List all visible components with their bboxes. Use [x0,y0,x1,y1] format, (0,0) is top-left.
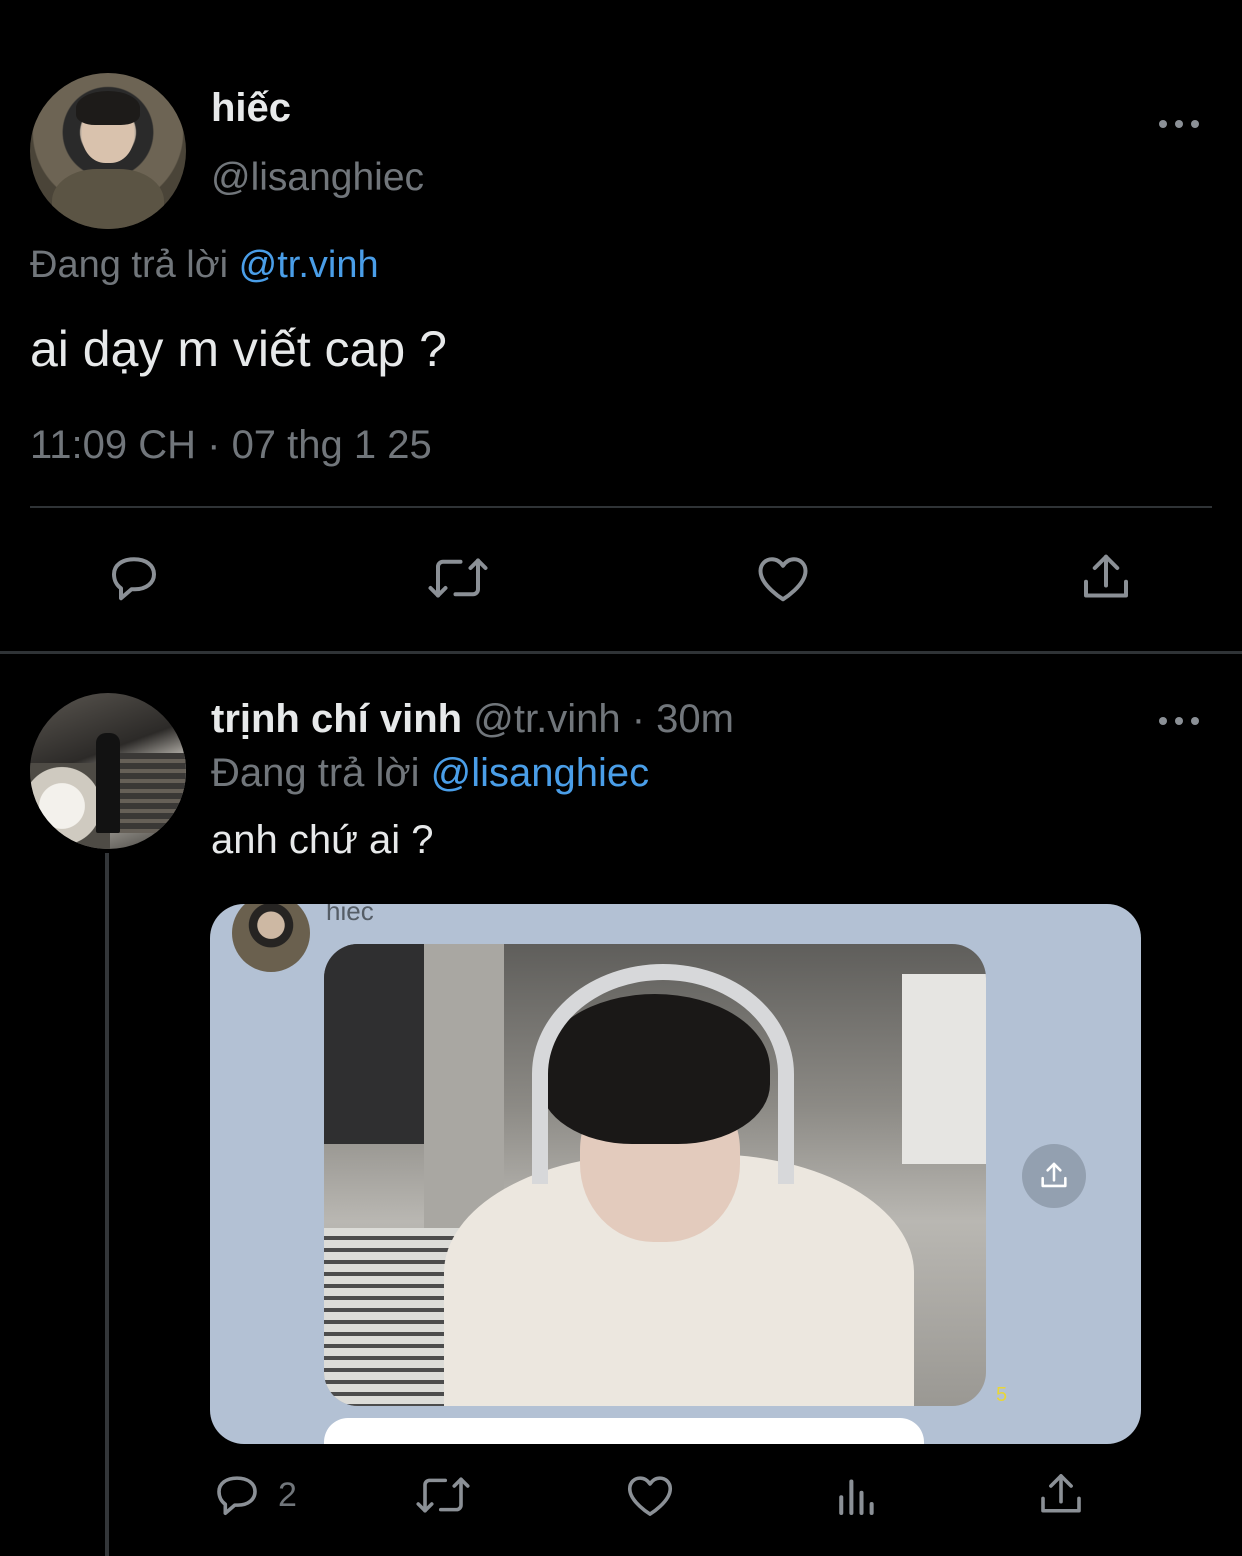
main-tweet-handle[interactable]: @lisanghiec [211,156,424,200]
media-photo[interactable] [324,944,986,1406]
retweet-icon [428,558,488,598]
reply-tweet-avatar[interactable] [30,693,186,849]
divider [30,506,1212,508]
replying-mention-link[interactable]: @lisanghiec [431,751,650,795]
photo-heater [324,1228,464,1406]
main-tweet-timestamp[interactable]: 11:09 CH · 07 thg 1 25 [30,423,432,468]
share-icon [1084,554,1128,598]
reply-tweet-handle[interactable]: @tr.vinh [473,697,620,741]
tweet-thread: hiếc @lisanghiec Đang trả lời @tr.vinh a… [0,0,1242,1556]
views-icon [839,1479,874,1516]
avatar-stairs [110,753,186,833]
retweet-icon [416,1477,470,1513]
replying-label: Đang trả lời [30,244,229,286]
media-avatar [232,904,310,972]
main-tweet-text: ai dạy m viết cap ? [30,321,447,377]
views-button[interactable] [830,1468,884,1522]
media-author-name: hiec [326,904,374,926]
more-options-icon[interactable] [1159,715,1199,727]
thread-line [105,853,109,1556]
like-icon [758,557,808,602]
media-share-button[interactable] [1022,1144,1086,1208]
media-count: 5 [996,1384,1008,1406]
like-button[interactable] [752,548,814,608]
share-icon [1041,1162,1067,1188]
reply-button[interactable]: 2 [210,1468,297,1522]
reply-tweet-header: trịnh chí vinh @tr.vinh · 30m [211,697,734,742]
like-icon [627,1476,673,1516]
media-attachment[interactable]: hiec 5 [210,904,1141,1444]
more-options-icon[interactable] [1159,118,1199,130]
replying-mention-link[interactable]: @tr.vinh [239,244,379,286]
retweet-button[interactable] [424,548,492,608]
avatar-body [52,169,164,229]
media-bottom-panel [324,1418,924,1444]
replying-label: Đang trả lời [211,751,420,795]
reply-icon [112,557,156,601]
reply-button[interactable] [104,548,164,608]
reply-count: 2 [278,1475,297,1514]
like-button[interactable] [622,1468,678,1522]
main-tweet-replying-to: Đang trả lời @tr.vinh [30,244,379,287]
reply-icon [217,1476,257,1516]
reply-tweet-display-name[interactable]: trịnh chí vinh [211,697,462,741]
share-icon [1041,1474,1081,1513]
reply-tweet-replying-to: Đang trả lời @lisanghiec [211,751,649,796]
reply-tweet-text: anh chứ ai ? [211,818,434,862]
reply-tweet-time[interactable]: 30m [656,697,734,741]
photo-whiteboard [902,974,986,1164]
separator-dot: · [631,697,646,741]
main-tweet-avatar[interactable] [30,73,186,229]
divider [0,651,1242,654]
share-button[interactable] [1034,1468,1088,1522]
share-button[interactable] [1076,548,1136,608]
avatar-person [96,733,120,833]
photo-headset [532,964,794,1184]
main-tweet-display-name[interactable]: hiếc [211,86,291,131]
retweet-button[interactable] [412,1468,474,1522]
avatar-hair [76,91,140,125]
